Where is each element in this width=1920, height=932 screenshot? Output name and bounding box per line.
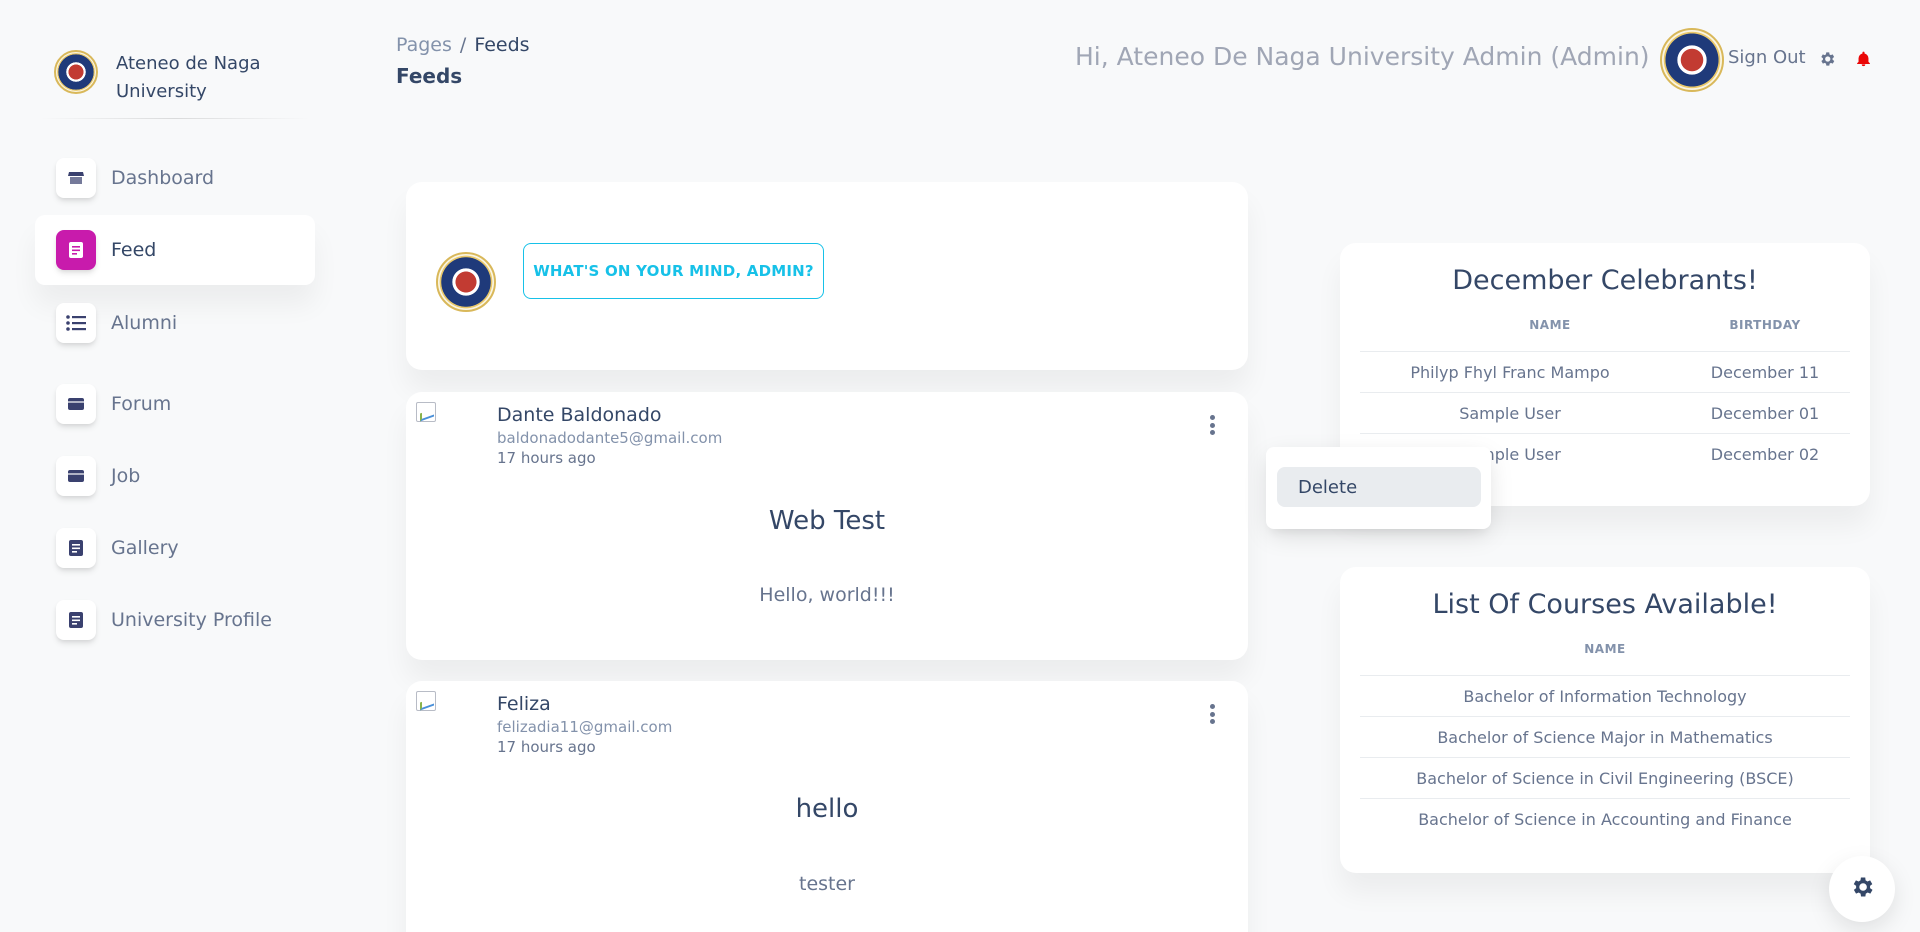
- more-options-icon[interactable]: [1202, 701, 1222, 727]
- sidebar-item-label: Dashboard: [111, 167, 215, 189]
- celebrants-title: December Celebrants!: [1452, 265, 1758, 296]
- post-author: Dante Baldonado: [497, 404, 662, 426]
- post-title: hello: [795, 794, 859, 824]
- course-name: Bachelor of Science Major in Mathematics: [1437, 728, 1773, 747]
- sidebar-item-feed[interactable]: Feed: [35, 215, 315, 285]
- courses-card: List Of Courses Available! NAME Bachelor…: [1340, 567, 1870, 873]
- celebrant-name: Philyp Fhyl Franc Mampo: [1410, 363, 1610, 382]
- table-row: Sample User December 01: [1360, 392, 1850, 433]
- breadcrumb-root[interactable]: Pages: [396, 34, 452, 56]
- courses-title: List Of Courses Available!: [1432, 589, 1778, 620]
- sidebar-item-forum[interactable]: Forum: [35, 369, 315, 439]
- post-body: tester: [799, 873, 855, 895]
- sidebar-item-gallery[interactable]: Gallery: [35, 513, 315, 583]
- post-body: Hello, world!!!: [759, 584, 895, 606]
- sidebar-item-alumni[interactable]: Alumni: [35, 288, 315, 358]
- document-icon: [56, 600, 96, 640]
- post-email: felizadia11@gmail.com: [497, 718, 673, 736]
- page-title: Feeds: [396, 64, 463, 88]
- post-timestamp: 17 hours ago: [497, 738, 596, 756]
- post-options-dropdown: Delete: [1266, 447, 1491, 529]
- author-avatar-broken-image-icon: [416, 691, 436, 711]
- celebrant-birthday: December 01: [1710, 404, 1820, 423]
- credit-card-icon: [56, 384, 96, 424]
- sidebar-item-label: Feed: [111, 239, 157, 261]
- brand-name: Ateneo de Naga University: [116, 53, 261, 102]
- admin-avatar: [436, 252, 496, 312]
- table-row: Bachelor of Science in Civil Engineering…: [1360, 757, 1850, 798]
- avatar[interactable]: [1660, 28, 1724, 96]
- more-options-icon[interactable]: [1202, 412, 1222, 438]
- celebrant-birthday: December 02: [1710, 445, 1820, 464]
- sidebar-divider: [40, 118, 310, 119]
- sidebar-item-label: Job: [111, 465, 141, 487]
- breadcrumb-current: Feeds: [474, 34, 530, 56]
- gear-icon: [1849, 874, 1875, 904]
- column-header-name: NAME: [1584, 642, 1626, 656]
- course-name: Bachelor of Science in Accounting and Fi…: [1418, 810, 1792, 829]
- create-post-button[interactable]: WHAT'S ON YOUR MIND, ADMIN?: [523, 243, 824, 299]
- post-title: Web Test: [768, 506, 886, 536]
- bell-icon[interactable]: [1855, 50, 1872, 72]
- delete-post-menu-item[interactable]: Delete: [1277, 467, 1481, 507]
- post-author: Feliza: [497, 693, 551, 715]
- celebrant-name: Sample User: [1459, 404, 1561, 423]
- sidebar: Ateneo de Naga University Dashboard Feed…: [0, 0, 330, 932]
- course-name: Bachelor of Information Technology: [1463, 687, 1747, 706]
- document-icon: [56, 230, 96, 270]
- brand[interactable]: Ateneo de Naga University: [54, 50, 286, 106]
- sidebar-item-dashboard[interactable]: Dashboard: [35, 143, 315, 213]
- column-header-name: NAME: [1529, 318, 1571, 332]
- sidebar-item-university-profile[interactable]: University Profile: [35, 585, 315, 655]
- document-icon: [56, 528, 96, 568]
- sidebar-item-label: University Profile: [111, 609, 272, 631]
- university-seal-avatar: [1660, 28, 1724, 92]
- column-header-birthday: BIRTHDAY: [1729, 318, 1801, 332]
- sidebar-item-label: Forum: [111, 393, 172, 415]
- table-row: Bachelor of Science Major in Mathematics: [1360, 716, 1850, 757]
- list-icon: [56, 303, 96, 343]
- breadcrumb-separator: /: [459, 34, 467, 56]
- gear-icon[interactable]: [1818, 50, 1836, 72]
- post-card: Dante Baldonado baldonadodante5@gmail.co…: [406, 392, 1248, 660]
- sidebar-item-label: Gallery: [111, 537, 179, 559]
- shop-icon: [56, 158, 96, 198]
- celebrant-birthday: December 11: [1710, 363, 1820, 382]
- credit-card-icon: [56, 456, 96, 496]
- table-row: Philyp Fhyl Franc Mampo December 11: [1360, 351, 1850, 392]
- post-card: Feliza felizadia11@gmail.com 17 hours ag…: [406, 681, 1248, 932]
- university-seal-logo: [54, 50, 98, 94]
- author-avatar-broken-image-icon: [416, 402, 436, 422]
- post-email: baldonadodante5@gmail.com: [497, 429, 723, 447]
- course-name: Bachelor of Science in Civil Engineering…: [1416, 769, 1794, 788]
- post-composer: WHAT'S ON YOUR MIND, ADMIN?: [406, 182, 1248, 370]
- sign-out-link[interactable]: Sign Out: [1728, 47, 1806, 68]
- table-row: Bachelor of Science in Accounting and Fi…: [1360, 798, 1850, 839]
- breadcrumb: Pages / Feeds: [396, 34, 530, 56]
- table-row: Bachelor of Information Technology: [1360, 675, 1850, 716]
- post-timestamp: 17 hours ago: [497, 449, 596, 467]
- sidebar-item-label: Alumni: [111, 312, 178, 334]
- configurator-button[interactable]: [1829, 856, 1895, 922]
- user-greeting: Hi, Ateneo De Naga University Admin (Adm…: [1075, 42, 1650, 71]
- sidebar-item-job[interactable]: Job: [35, 441, 315, 511]
